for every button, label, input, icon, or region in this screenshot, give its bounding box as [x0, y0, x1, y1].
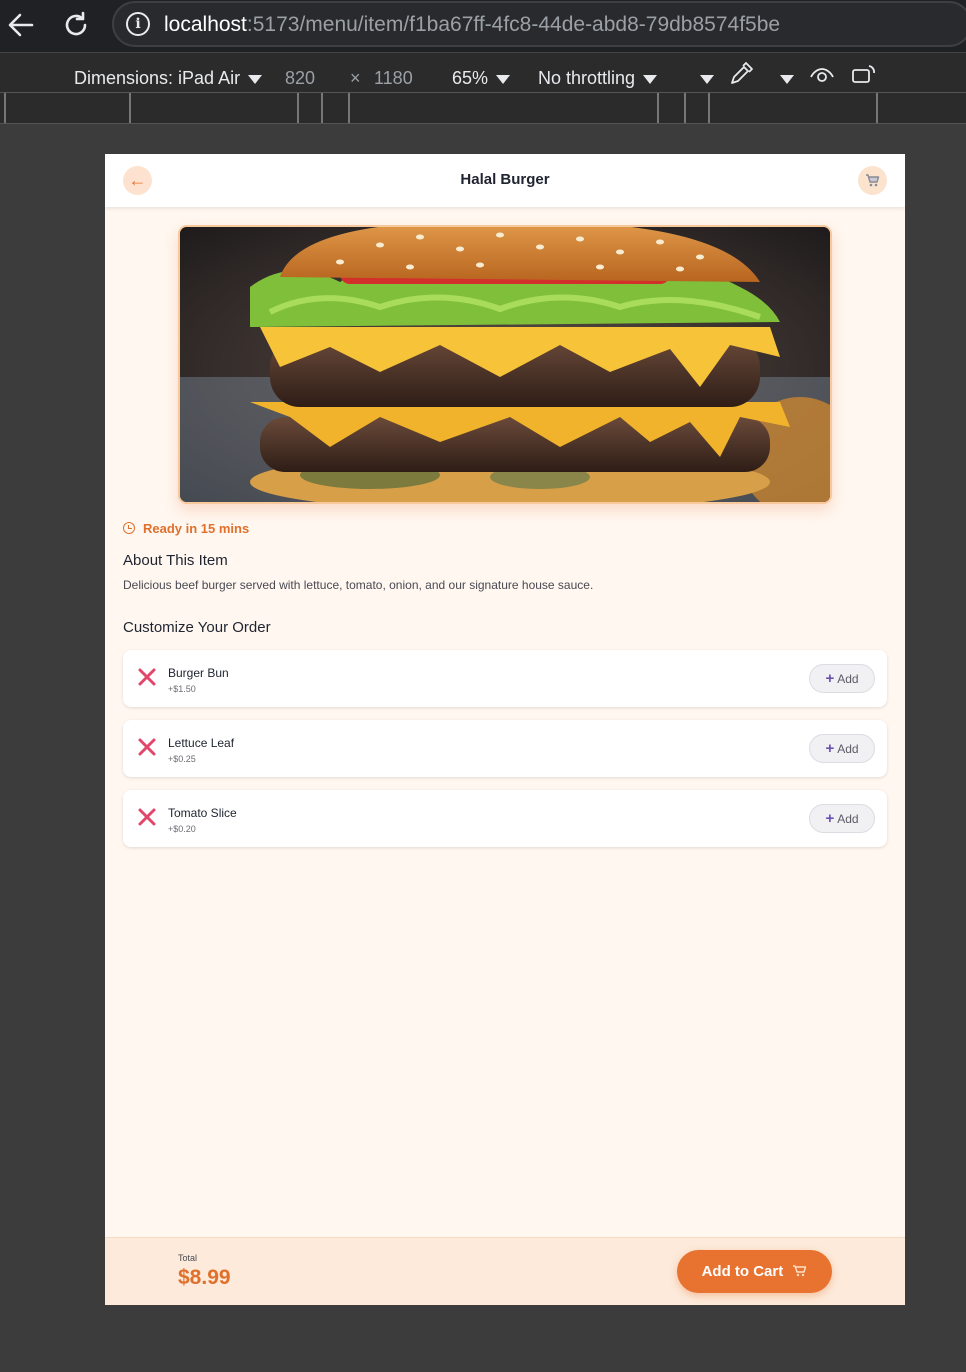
media-query-ruler [0, 92, 966, 124]
chevron-down-icon [248, 74, 263, 84]
chevron-down-icon [780, 74, 794, 84]
add-label: Add [837, 812, 859, 826]
chevron-down-icon [496, 74, 511, 84]
remove-icon[interactable] [137, 807, 157, 827]
total-price: $8.99 [178, 1266, 231, 1289]
dimension-times: × [350, 68, 361, 88]
throttling-label: No throttling [538, 68, 636, 88]
add-label: Add [837, 672, 859, 686]
option-price: +$1.50 [168, 684, 196, 694]
add-to-cart-button[interactable]: Add to Cart [677, 1250, 832, 1293]
browser-address-bar: i localhost:5173/menu/item/f1ba67ff-4fc8… [0, 0, 966, 52]
option-row-tomato-slice: Tomato Slice +$0.20 + Add [123, 790, 887, 847]
width-input[interactable]: 820 [285, 63, 315, 93]
option-row-burger-bun: Burger Bun +$1.50 + Add [123, 650, 887, 707]
vision-select[interactable] [772, 63, 794, 93]
url-field[interactable]: i localhost:5173/menu/item/f1ba67ff-4fc8… [112, 1, 966, 47]
option-name: Burger Bun [168, 666, 229, 680]
cart-icon [866, 174, 880, 187]
add-option-button[interactable]: + Add [809, 664, 875, 693]
back-arrow-icon[interactable] [4, 8, 38, 42]
height-input[interactable]: 1180 [374, 63, 413, 93]
total-label: Total [178, 1253, 198, 1263]
reload-icon[interactable] [59, 8, 93, 42]
rotate-icon[interactable] [850, 61, 878, 91]
device-viewport: ← Halal Burger Ready in 15 mins About Th… [105, 154, 905, 1305]
chevron-down-icon [643, 74, 658, 84]
item-photo [178, 225, 832, 504]
add-to-cart-label: Add to Cart [701, 1263, 784, 1280]
eye-icon[interactable] [808, 61, 836, 91]
customize-heading: Customize Your Order [123, 619, 271, 636]
option-price: +$0.20 [168, 824, 196, 834]
throttling-select[interactable]: No throttling [538, 63, 658, 93]
app-header: ← Halal Burger [105, 154, 905, 207]
cart-icon [793, 1265, 807, 1277]
plus-icon: + [825, 810, 835, 827]
prep-time-text: Ready in 15 mins [143, 521, 250, 536]
option-name: Lettuce Leaf [168, 736, 235, 750]
chevron-down-icon [700, 74, 714, 84]
zoom-label: 65% [452, 68, 489, 88]
add-option-button[interactable]: + Add [809, 734, 875, 763]
url-text: localhost:5173/menu/item/f1ba67ff-4fc8-4… [164, 13, 780, 37]
zoom-select[interactable]: 65% [452, 63, 511, 93]
device-label: Dimensions: iPad Air [74, 68, 241, 88]
device-select[interactable]: Dimensions: iPad Air [74, 63, 263, 93]
option-price: +$0.25 [168, 754, 196, 764]
add-option-button[interactable]: + Add [809, 804, 875, 833]
url-host: localhost [164, 13, 247, 36]
item-description: Delicious beef burger served with lettuc… [123, 578, 594, 592]
eyedropper-icon[interactable] [728, 61, 754, 91]
site-info-icon[interactable]: i [126, 12, 150, 36]
plus-icon: + [825, 670, 835, 687]
option-name: Tomato Slice [168, 806, 237, 820]
remove-icon[interactable] [137, 737, 157, 757]
clock-icon [123, 522, 135, 534]
url-path: :5173/menu/item/f1ba67ff-4fc8-44de-abd8-… [246, 13, 781, 36]
add-label: Add [837, 742, 859, 756]
page-title: Halal Burger [460, 171, 550, 188]
remove-icon[interactable] [137, 667, 157, 687]
option-row-lettuce-leaf: Lettuce Leaf +$0.25 + Add [123, 720, 887, 777]
cart-button[interactable] [858, 166, 887, 195]
plus-icon: + [825, 740, 835, 757]
about-heading: About This Item [123, 552, 228, 569]
prep-time: Ready in 15 mins [123, 521, 249, 536]
more-options-select[interactable] [692, 63, 714, 93]
checkout-footer: Total $8.99 Add to Cart [105, 1237, 905, 1305]
